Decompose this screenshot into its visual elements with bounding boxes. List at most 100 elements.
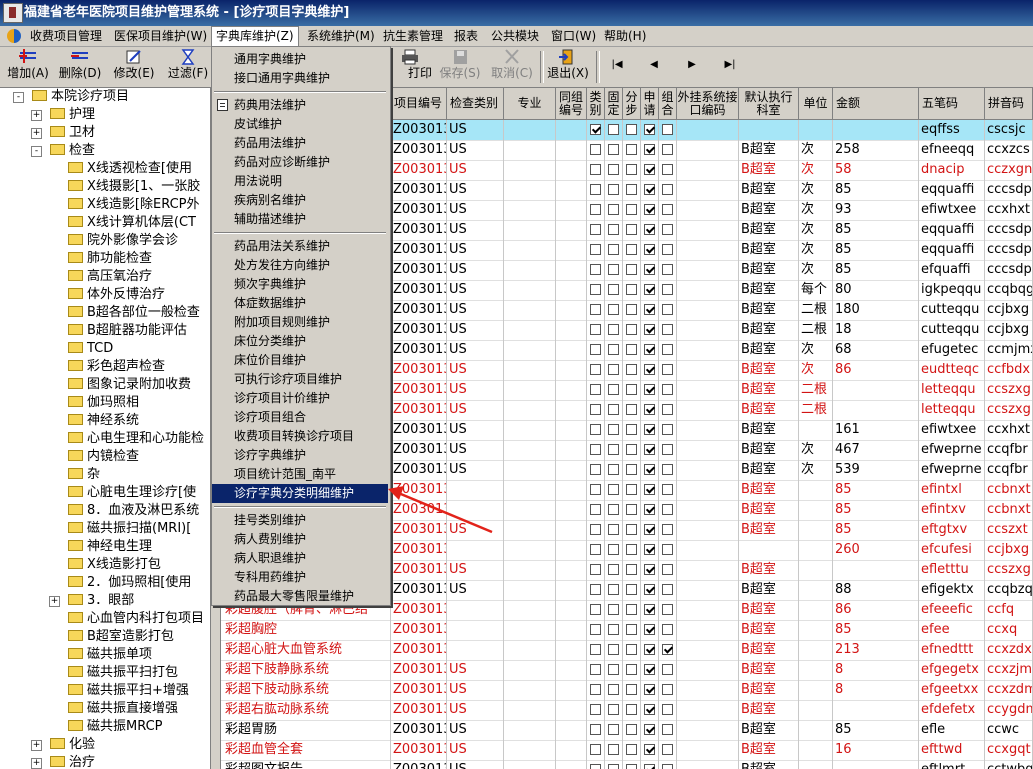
row-checkbox[interactable] (644, 384, 655, 395)
cell-spec[interactable] (504, 700, 556, 720)
cell-code[interactable]: Z003013 (391, 360, 447, 380)
cell-pinyin[interactable]: ccygdm (985, 700, 1033, 720)
row-checkbox[interactable] (662, 504, 673, 515)
cell-cat[interactable] (447, 620, 504, 640)
tree-node[interactable]: +3．眼部 (49, 592, 134, 610)
cell-pinyin[interactable]: ccmjmx (985, 340, 1033, 360)
cell-wubi[interactable]: efiwtxee (919, 420, 985, 440)
row-checkbox[interactable] (590, 204, 601, 215)
row-checkbox[interactable] (662, 264, 673, 275)
row-checkbox[interactable] (608, 224, 619, 235)
row-header[interactable] (211, 740, 221, 760)
row-checkbox[interactable] (644, 644, 655, 655)
row-checkbox[interactable] (626, 224, 637, 235)
row-checkbox[interactable] (590, 264, 601, 275)
delete-button[interactable]: 删除(D) (58, 49, 102, 85)
cell-pinyin[interactable]: ccxq (985, 620, 1033, 640)
cell-unit[interactable] (799, 520, 833, 540)
cell-amount[interactable]: 85 (833, 260, 919, 280)
cell-cat[interactable]: US (447, 740, 504, 760)
cell-spec[interactable] (504, 380, 556, 400)
cell-spec[interactable] (504, 140, 556, 160)
cell-pinyin[interactable]: ccqfbr (985, 440, 1033, 460)
row-checkbox[interactable] (608, 304, 619, 315)
cell-pinyin[interactable]: ccfbdx (985, 360, 1033, 380)
tree-node[interactable]: 体外反博治疗 (68, 286, 165, 304)
cell-ext[interactable] (677, 260, 739, 280)
cell-code[interactable]: Z003013 (391, 120, 447, 140)
tree-node[interactable]: 磁共振单项 (68, 646, 152, 664)
cell-pinyin[interactable]: ccxzdx (985, 640, 1033, 660)
cell-grp[interactable] (556, 460, 587, 480)
dropdown-item[interactable]: 用法说明 (212, 172, 388, 191)
cell-wubi[interactable]: efiwtxee (919, 200, 985, 220)
row-checkbox[interactable] (626, 624, 637, 635)
tree-node[interactable]: 8．血液及淋巴系统 (68, 502, 199, 520)
cell-grp[interactable] (556, 560, 587, 580)
cell-dept[interactable]: B超室 (739, 480, 799, 500)
cell-pinyin[interactable]: cccsdp (985, 180, 1033, 200)
cell-cat[interactable]: US (447, 720, 504, 740)
row-checkbox[interactable] (662, 164, 673, 175)
cell-spec[interactable] (504, 660, 556, 680)
cell-spec[interactable] (504, 540, 556, 560)
row-checkbox[interactable] (590, 744, 601, 755)
cell-ext[interactable] (677, 360, 739, 380)
menu-reports[interactable]: 报表 (450, 26, 482, 46)
cell-dept[interactable]: B超室 (739, 200, 799, 220)
table-row[interactable]: 彩超血管全套 Z003013 US B超室 16 efttwd ccxgqt (211, 740, 1033, 761)
cell-spec[interactable] (504, 400, 556, 420)
cell-wubi[interactable]: eqquaffi (919, 180, 985, 200)
cell-dept[interactable]: B超室 (739, 340, 799, 360)
cell-name[interactable]: 彩超胃肠 (223, 720, 391, 740)
cell-grp[interactable] (556, 420, 587, 440)
category-tree[interactable]: - 本院诊疗项目 + 护理 + 卫材 - 检查 X线透视检查[使用 X线摄影[1、一张胶 X线造影[… (0, 88, 211, 769)
cell-unit[interactable]: 次 (799, 140, 833, 160)
row-checkbox[interactable] (590, 284, 601, 295)
cell-wubi[interactable]: efcufesi (919, 540, 985, 560)
cell-unit[interactable]: 每个 (799, 280, 833, 300)
row-checkbox[interactable] (662, 744, 673, 755)
cell-grp[interactable] (556, 700, 587, 720)
cell-cat[interactable]: US (447, 180, 504, 200)
cell-dept[interactable]: B超室 (739, 440, 799, 460)
cell-pinyin[interactable]: ccxzcs (985, 140, 1033, 160)
tree-node[interactable]: X线造影打包 (68, 556, 161, 574)
row-checkbox[interactable] (644, 724, 655, 735)
row-checkbox[interactable] (662, 764, 673, 769)
cell-dept[interactable] (739, 120, 799, 140)
cell-ext[interactable] (677, 720, 739, 740)
row-checkbox[interactable] (644, 484, 655, 495)
cell-code[interactable]: Z003013 (391, 680, 447, 700)
dropdown-item[interactable]: 床位价目维护 (212, 351, 388, 370)
cell-spec[interactable] (504, 180, 556, 200)
cancel-button[interactable]: 取消(C) (490, 49, 534, 85)
row-checkbox[interactable] (626, 524, 637, 535)
dropdown-item[interactable]: 项目统计范围_南平 (212, 465, 388, 484)
row-checkbox[interactable] (590, 724, 601, 735)
row-checkbox[interactable] (644, 324, 655, 335)
row-checkbox[interactable] (662, 664, 673, 675)
dropdown-item[interactable]: 附加项目规则维护 (212, 313, 388, 332)
tree-node[interactable]: - 检查 (31, 142, 95, 160)
row-checkbox[interactable] (590, 544, 601, 555)
row-checkbox[interactable] (644, 604, 655, 615)
cell-pinyin[interactable]: ccqbqg (985, 280, 1033, 300)
tree-node[interactable]: 心血管内科打包项目 (68, 610, 204, 628)
cell-dept[interactable]: B超室 (739, 180, 799, 200)
cell-amount[interactable]: 68 (833, 340, 919, 360)
row-checkbox[interactable] (590, 564, 601, 575)
tree-node[interactable]: 肺功能检查 (68, 250, 152, 268)
row-checkbox[interactable] (590, 404, 601, 415)
cell-wubi[interactable]: efgeetxx (919, 680, 985, 700)
expand-icon[interactable]: + (31, 110, 42, 121)
cell-spec[interactable] (504, 560, 556, 580)
cell-ext[interactable] (677, 520, 739, 540)
menu-antibiotics[interactable]: 抗生素管理 (379, 26, 447, 46)
cell-unit[interactable] (799, 500, 833, 520)
tree-node[interactable]: 院外影像学会诊 (68, 232, 178, 250)
dropdown-item[interactable]: 体症数据维护 (212, 294, 388, 313)
dropdown-item[interactable]: 诊疗项目计价维护 (212, 389, 388, 408)
dropdown-item[interactable]: 病人职退维护 (212, 549, 388, 568)
row-checkbox[interactable] (590, 484, 601, 495)
